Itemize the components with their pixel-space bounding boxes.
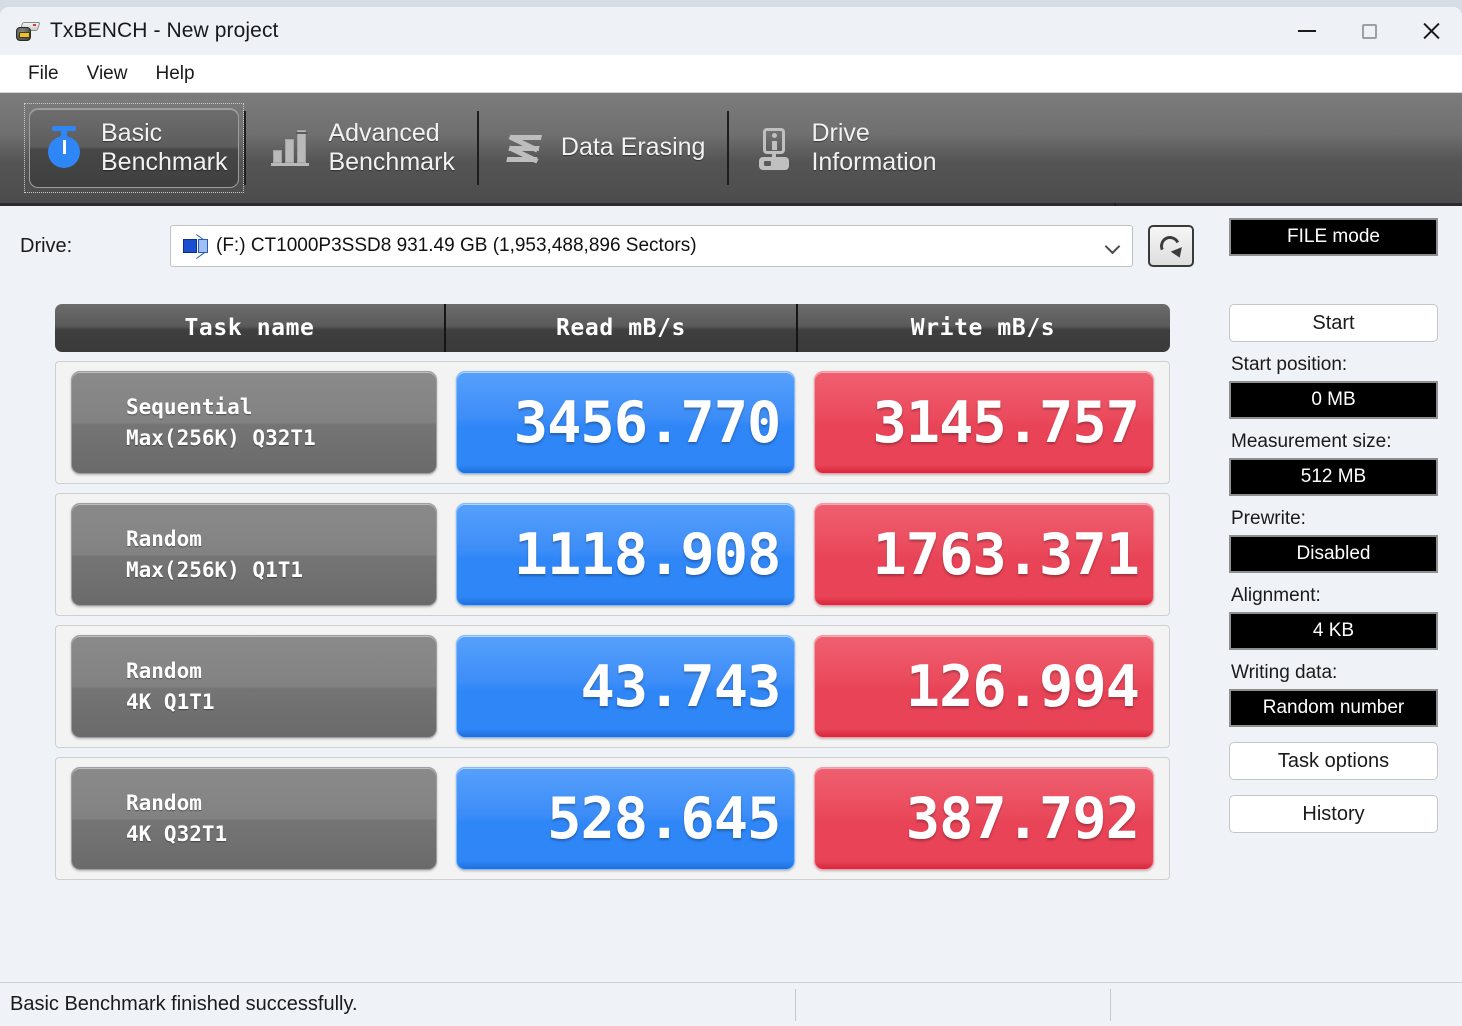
task-name-cell[interactable]: Random Max(256K) Q1T1: [71, 503, 437, 606]
main-toolbar: Basic Benchmark Advanced Benchmark Data …: [0, 93, 1462, 206]
read-value-cell: 3456.770: [456, 371, 796, 474]
minimize-icon: [1298, 30, 1316, 32]
drive-label: Drive:: [20, 235, 72, 258]
tab-basic-benchmark[interactable]: Basic Benchmark: [24, 103, 244, 193]
title-bar: TxBENCH - New project: [0, 7, 1462, 55]
writing-data-value[interactable]: Random number: [1229, 689, 1438, 727]
disk-drive-icon: [182, 236, 210, 256]
task-name-line1: Sequential: [126, 392, 436, 422]
read-value-cell: 43.743: [456, 635, 796, 738]
alignment-value[interactable]: 4 KB: [1229, 612, 1438, 650]
status-bar: Basic Benchmark finished successfully.: [0, 982, 1462, 1026]
content-area: Drive: (F:) CT1000P3SSD8 931.49 GB (1,95…: [0, 206, 1462, 982]
table-row: Random 4K Q1T1 43.743 126.994: [55, 625, 1170, 748]
task-name-line1: Random: [126, 524, 436, 554]
tab-data-erasing[interactable]: Data Erasing: [479, 93, 728, 203]
tab-basic-benchmark-label: Basic Benchmark: [101, 119, 227, 178]
benchmark-results: Task name Read mB/s Write mB/s Sequentia…: [55, 304, 1170, 880]
task-name-line2: 4K Q1T1: [126, 687, 436, 717]
measurement-size-value[interactable]: 512 MB: [1229, 458, 1438, 496]
menu-item-help[interactable]: Help: [141, 59, 208, 89]
results-header: Task name Read mB/s Write mB/s: [55, 304, 1170, 352]
drive-info-icon: [751, 124, 797, 172]
start-button[interactable]: Start: [1229, 304, 1438, 342]
write-value-cell: 1763.371: [814, 503, 1154, 606]
refresh-icon: [1158, 233, 1184, 259]
task-name-cell[interactable]: Random 4K Q1T1: [71, 635, 437, 738]
alignment-label: Alignment:: [1231, 585, 1441, 607]
options-sidebar: Start Start position: 0 MB Measurement s…: [1229, 304, 1441, 833]
write-value-cell: 387.792: [814, 767, 1154, 870]
task-name-cell[interactable]: Sequential Max(256K) Q32T1: [71, 371, 437, 474]
menu-item-file[interactable]: File: [14, 59, 73, 89]
drive-select[interactable]: (F:) CT1000P3SSD8 931.49 GB (1,953,488,8…: [170, 225, 1133, 267]
menu-item-view[interactable]: View: [73, 59, 142, 89]
tab-data-erasing-label: Data Erasing: [561, 133, 706, 163]
column-header-read: Read mB/s: [444, 304, 796, 352]
prewrite-label: Prewrite:: [1231, 508, 1441, 530]
tab-advanced-benchmark[interactable]: Advanced Benchmark: [246, 93, 476, 203]
file-mode-button[interactable]: FILE mode: [1229, 218, 1438, 256]
maximize-button[interactable]: [1338, 7, 1400, 55]
column-header-write: Write mB/s: [796, 304, 1168, 352]
table-row: Random Max(256K) Q1T1 1118.908 1763.371: [55, 493, 1170, 616]
tab-drive-information[interactable]: Drive Information: [729, 93, 958, 203]
status-separator: [795, 989, 796, 1021]
maximize-icon: [1362, 24, 1377, 39]
write-value-cell: 3145.757: [814, 371, 1154, 474]
prewrite-value[interactable]: Disabled: [1229, 535, 1438, 573]
read-value-cell: 528.645: [456, 767, 796, 870]
drive-select-value: (F:) CT1000P3SSD8 931.49 GB (1,953,488,8…: [216, 235, 697, 257]
start-position-value[interactable]: 0 MB: [1229, 381, 1438, 419]
tab-drive-information-label: Drive Information: [811, 119, 936, 178]
window-controls: [1276, 7, 1462, 55]
stopwatch-icon: [41, 124, 87, 172]
measurement-size-label: Measurement size:: [1231, 431, 1441, 453]
status-separator: [1110, 989, 1111, 1021]
task-name-line1: Random: [126, 788, 436, 818]
task-name-line2: Max(256K) Q1T1: [126, 555, 436, 585]
shred-icon: [501, 124, 547, 172]
read-value-cell: 1118.908: [456, 503, 796, 606]
task-name-line1: Random: [126, 656, 436, 686]
close-icon: [1421, 21, 1441, 41]
minimize-button[interactable]: [1276, 7, 1338, 55]
history-button[interactable]: History: [1229, 795, 1438, 833]
close-button[interactable]: [1400, 7, 1462, 55]
tab-advanced-benchmark-label: Advanced Benchmark: [328, 119, 454, 178]
column-header-task-name: Task name: [55, 304, 444, 352]
chevron-down-icon: [1105, 239, 1121, 255]
application-window: TxBENCH - New project File View Help: [0, 7, 1462, 1026]
task-name-line2: Max(256K) Q32T1: [126, 423, 436, 453]
app-icon: [16, 21, 40, 41]
start-position-label: Start position:: [1231, 354, 1441, 376]
task-name-line2: 4K Q32T1: [126, 819, 436, 849]
task-name-cell[interactable]: Random 4K Q32T1: [71, 767, 437, 870]
status-message: Basic Benchmark finished successfully.: [10, 993, 358, 1016]
table-row: Random 4K Q32T1 528.645 387.792: [55, 757, 1170, 880]
refresh-drives-button[interactable]: [1148, 225, 1194, 267]
window-title: TxBENCH - New project: [50, 19, 278, 43]
bar-chart-icon: [268, 124, 314, 172]
table-row: Sequential Max(256K) Q32T1 3456.770 3145…: [55, 361, 1170, 484]
writing-data-label: Writing data:: [1231, 662, 1441, 684]
task-options-button[interactable]: Task options: [1229, 742, 1438, 780]
write-value-cell: 126.994: [814, 635, 1154, 738]
menu-bar: File View Help: [0, 55, 1462, 93]
